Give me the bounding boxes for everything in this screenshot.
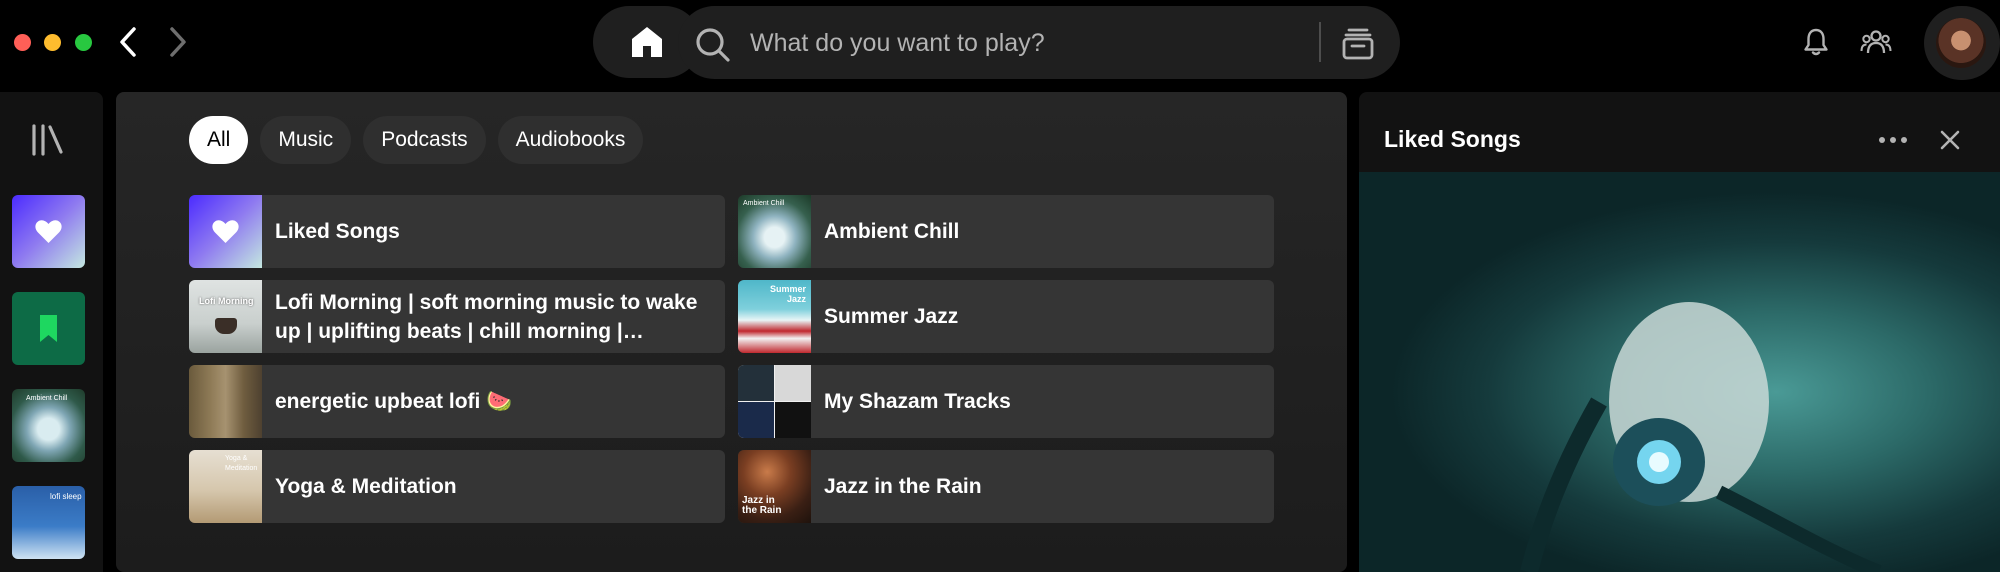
forward-button[interactable] [160,24,196,60]
shortcut-card[interactable]: energetic upbeat lofi 🍉 [189,365,725,438]
playlist-cover: Yoga & Meditation [189,450,262,523]
filter-chips: All Music Podcasts Audiobooks [189,116,644,164]
shortcut-card[interactable]: My Shazam Tracks [738,365,1274,438]
search-divider [1319,22,1321,62]
shortcut-title: Summer Jazz [824,305,959,328]
sidebar-art-text: lofi sleep [50,492,82,501]
playlist-cover: Lofi Morning [189,280,262,353]
mosaic-tile [775,402,811,438]
artwork-illustration [1520,302,1882,572]
top-bar [0,0,2000,86]
back-button[interactable] [110,24,146,60]
shortcut-title: Jazz in the Rain [824,475,982,498]
more-options-button[interactable] [1873,120,1913,160]
shortcut-card[interactable]: Liked Songs [189,195,725,268]
more-icon [1879,137,1907,143]
playlist-cover: Ambient Chill [738,195,811,268]
search-icon [696,28,730,62]
filter-chip-podcasts[interactable]: Podcasts [363,116,486,164]
shortcut-title: energetic upbeat lofi 🍉 [275,390,513,413]
cover-text: Summer Jazz [769,284,806,304]
home-main-panel: All Music Podcasts Audiobooks Liked Song… [116,92,1347,572]
shortcut-title: Liked Songs [275,220,400,243]
avatar [1936,18,1986,68]
cover-text: Yoga & Meditation [225,455,258,472]
cover-text: Ambient Chill [743,200,785,207]
shortcut-card[interactable]: Yoga & Meditation Yoga & Meditation [189,450,725,523]
shortcut-card[interactable]: Summer Jazz Summer Jazz [738,280,1274,353]
sidebar-item-ambient-chill[interactable]: Ambient Chill [12,389,85,462]
heart-icon [212,220,239,243]
close-panel-button[interactable] [1930,120,1970,160]
home-icon [632,27,662,57]
playlist-cover [189,195,262,268]
shortcut-title: Ambient Chill [824,220,960,243]
library-icon[interactable] [30,122,66,158]
shortcut-card[interactable]: Ambient Chill Ambient Chill [738,195,1274,268]
shortcut-grid: Liked Songs Ambient Chill Ambient Chill … [189,195,1274,523]
mosaic-tile [738,402,774,438]
bookmark-icon [40,315,57,342]
playlist-cover [189,365,262,438]
search-input[interactable] [750,24,1310,62]
window-minimize-button[interactable] [44,34,61,51]
cover-text: Jazz in the Rain [742,495,782,516]
sidebar-item-saved-episodes[interactable] [12,292,85,365]
notifications-button[interactable] [1798,24,1834,60]
sidebar-item-lofi-sleep[interactable]: lofi sleep [12,486,85,559]
friends-icon [1860,30,1892,54]
playlist-cover [738,365,811,438]
library-sidebar: Ambient Chill lofi sleep [0,92,103,572]
shortcut-title: Lofi Morning | soft morning music to wak… [275,290,698,343]
chevron-right-icon [170,27,186,57]
now-playing-artwork [1359,172,2000,572]
shortcut-card[interactable]: Lofi Morning Lofi Morning | soft morning… [189,280,725,353]
coffee-cup [215,318,237,334]
mosaic-tile [738,365,774,401]
shortcut-title: Yoga & Meditation [275,475,457,498]
panel-title: Liked Songs [1384,126,1521,152]
heart-icon [35,220,62,243]
cover-text: Lofi Morning [199,296,254,306]
mosaic-tile [775,365,811,401]
playlist-cover: Jazz in the Rain [738,450,811,523]
friend-activity-button[interactable] [1858,24,1894,60]
close-icon [1940,130,1960,150]
window-close-button[interactable] [14,34,31,51]
filter-chip-music[interactable]: Music [260,116,352,164]
filter-chip-audiobooks[interactable]: Audiobooks [497,116,644,164]
chevron-left-icon [120,27,136,57]
browse-icon [1342,28,1374,60]
shortcut-card[interactable]: Jazz in the Rain Jazz in the Rain [738,450,1274,523]
window-maximize-button[interactable] [75,34,92,51]
shortcut-title: My Shazam Tracks [824,390,1011,413]
sidebar-item-liked-songs[interactable] [12,195,85,268]
sidebar-art-text: Ambient Chill [26,395,68,402]
bell-icon [1804,28,1828,56]
user-avatar-button[interactable] [1924,6,2000,80]
search-bar [678,6,1400,79]
playlist-cover: Summer Jazz [738,280,811,353]
now-playing-panel: Liked Songs [1359,92,2000,572]
filter-chip-all[interactable]: All [189,116,249,164]
browse-button[interactable] [1338,24,1378,64]
